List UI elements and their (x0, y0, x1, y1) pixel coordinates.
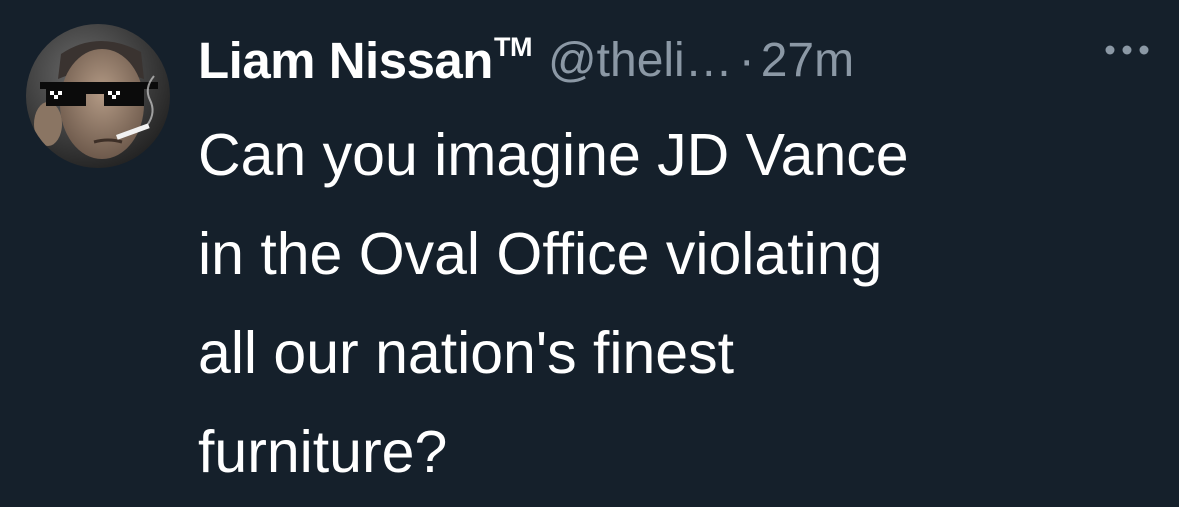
more-options-button[interactable] (1097, 28, 1157, 72)
tweet-text: Can you imagine JD Vance in the Oval Off… (198, 122, 909, 485)
display-name[interactable]: Liam NissanTM (198, 31, 532, 90)
more-horizontal-icon (1105, 45, 1149, 55)
avatar-photo-icon (26, 24, 170, 168)
timestamp[interactable]: 27m (761, 33, 854, 88)
tweet-card[interactable]: Liam NissanTM @theli… · 27m Can you imag… (0, 0, 1179, 507)
user-handle[interactable]: @theli… (548, 33, 733, 88)
trademark-symbol: TM (493, 31, 532, 62)
display-name-text[interactable]: Liam Nissan (198, 32, 493, 89)
avatar[interactable] (26, 24, 170, 168)
separator-dot: · (738, 33, 755, 87)
tweet-header: Liam NissanTM @theli… · 27m (198, 22, 1158, 98)
